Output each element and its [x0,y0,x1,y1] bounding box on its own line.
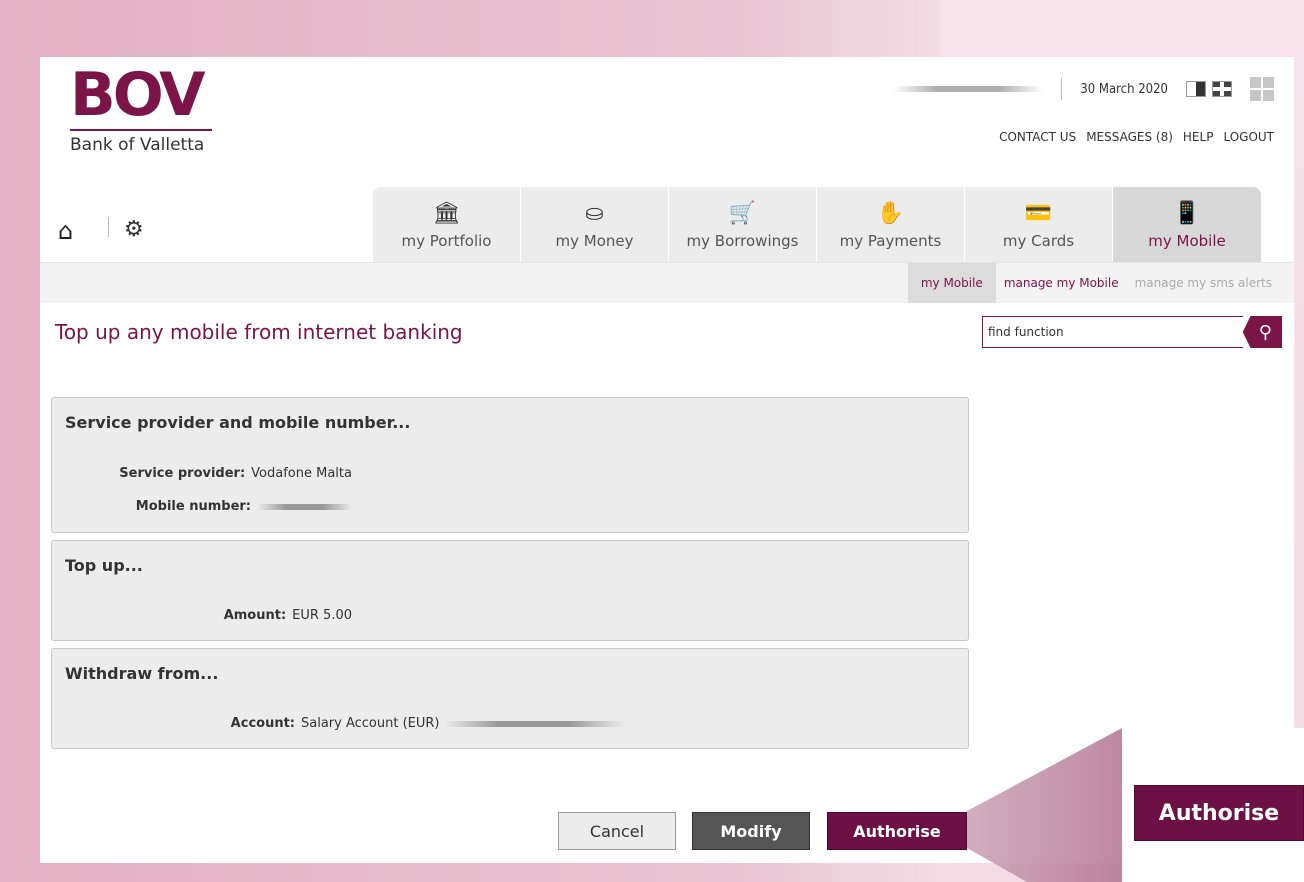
search-icon: ⚲ [1258,321,1272,343]
redacted-username [893,86,1044,92]
field-value: Salary Account (EUR) [301,716,624,731]
field-label: Account: [230,716,295,731]
redacted-mobile-number [257,503,352,510]
divider [108,217,109,237]
subtab-manage-sms-alerts[interactable]: manage my sms alerts [1127,263,1280,303]
help-link[interactable]: HELP [1183,130,1214,144]
tab-label: my Portfolio [401,232,492,250]
redacted-account-number [443,720,624,727]
main-tabs: 🏛 my Portfolio ⛀ my Money 🛒 my Borrowing… [373,187,1261,262]
contact-us-link[interactable]: CONTACT US [999,130,1076,144]
page-title: Top up any mobile from internet banking [55,320,463,344]
panel-heading: Service provider and mobile number... [65,413,411,432]
tab-my-payments[interactable]: ✋ my Payments [817,187,965,262]
mobile-icon: 📱 [1173,201,1201,226]
grid-icon[interactable] [1250,77,1274,101]
panel-heading: Withdraw from... [65,664,219,683]
malta-flag-icon[interactable] [1186,81,1206,97]
account-row: Account: Salary Account (EUR) [52,716,652,731]
field-value: Vodafone Malta [251,466,352,481]
account-name: Salary Account (EUR) [301,716,440,731]
logo-mark: BOV [70,60,206,130]
field-value [257,499,352,514]
payment-hand-icon: ✋ [876,201,905,226]
field-value: EUR 5.00 [292,608,352,623]
modify-button[interactable]: Modify [692,812,810,850]
cancel-button[interactable]: Cancel [558,812,676,850]
messages-link[interactable]: MESSAGES (8) [1086,130,1173,144]
tab-label: my Money [555,232,634,250]
header-links: CONTACT US MESSAGES (8) HELP LOGOUT [999,130,1274,144]
cart-icon: 🛒 [728,201,757,226]
bank-icon: 🏛 [432,201,461,226]
find-function-search: ⚲ [982,316,1282,350]
authorise-button[interactable]: Authorise [827,812,967,850]
search-input[interactable] [982,316,1243,348]
tab-label: my Payments [839,232,942,250]
sub-navigation: my Mobile manage my Mobile manage my sms… [40,263,1294,303]
uk-flag-icon[interactable] [1212,81,1232,97]
panel-heading: Top up... [65,556,143,575]
withdraw-panel: Withdraw from... Account: Salary Account… [51,648,969,749]
tab-my-money[interactable]: ⛀ my Money [521,187,669,262]
field-label: Service provider: [119,466,246,481]
subtab-my-mobile[interactable]: my Mobile [907,263,996,303]
authorise-button-zoomed[interactable]: Authorise [1134,785,1304,841]
provider-panel: Service provider and mobile number... Se… [51,397,969,533]
subtab-manage-my-mobile[interactable]: manage my Mobile [996,263,1127,303]
logout-link[interactable]: LOGOUT [1223,130,1274,144]
home-icon[interactable]: ⌂ [58,217,73,245]
logo-subtitle: Bank of Valletta [70,135,205,155]
tab-my-cards[interactable]: 💳 my Cards [965,187,1113,262]
divider [1061,78,1063,100]
tab-label: my Borrowings [686,232,799,250]
cards-icon: 💳 [1024,201,1053,226]
tab-my-mobile[interactable]: 📱 my Mobile [1113,187,1261,262]
field-label: Mobile number: [135,499,251,514]
tab-label: my Cards [1002,232,1075,250]
topup-panel: Top up... Amount: EUR 5.00 [51,540,969,641]
tab-label: my Mobile [1148,232,1226,250]
amount-row: Amount: EUR 5.00 [52,608,352,623]
mobile-number-row: Mobile number: [52,499,352,514]
field-label: Amount: [223,608,287,623]
tab-my-portfolio[interactable]: 🏛 my Portfolio [373,187,521,262]
coins-icon: ⛀ [585,201,604,226]
tab-my-borrowings[interactable]: 🛒 my Borrowings [669,187,817,262]
service-provider-row: Service provider: Vodafone Malta [52,466,352,481]
search-button[interactable]: ⚲ [1242,316,1282,348]
current-date: 30 March 2020 [1080,81,1168,97]
bov-logo[interactable]: BOV Bank of Valletta [70,60,212,155]
user-settings-icon[interactable]: ⚙ [124,217,144,242]
top-bar: 30 March 2020 [893,77,1274,101]
